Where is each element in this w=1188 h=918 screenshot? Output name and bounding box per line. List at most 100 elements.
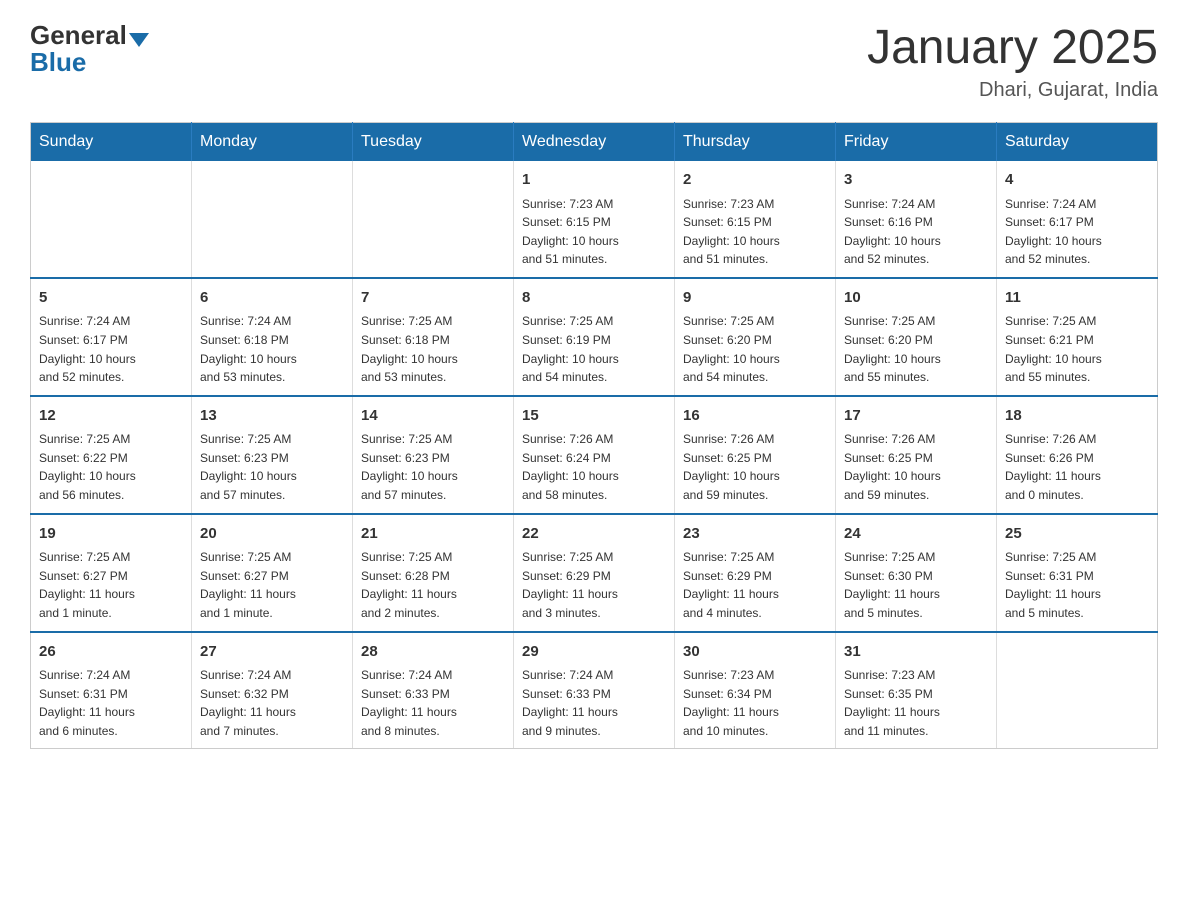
day-info: Sunrise: 7:23 AM Sunset: 6:15 PM Dayligh… [522, 195, 666, 269]
day-number: 18 [1005, 405, 1149, 428]
day-info: Sunrise: 7:23 AM Sunset: 6:35 PM Dayligh… [844, 666, 988, 740]
day-number: 24 [844, 523, 988, 546]
calendar-cell: 5Sunrise: 7:24 AM Sunset: 6:17 PM Daylig… [31, 278, 192, 396]
day-info: Sunrise: 7:25 AM Sunset: 6:20 PM Dayligh… [683, 312, 827, 386]
day-info: Sunrise: 7:25 AM Sunset: 6:23 PM Dayligh… [361, 430, 505, 504]
location: Dhari, Gujarat, India [867, 79, 1158, 102]
day-info: Sunrise: 7:25 AM Sunset: 6:23 PM Dayligh… [200, 430, 344, 504]
day-number: 8 [522, 287, 666, 310]
day-number: 15 [522, 405, 666, 428]
header-monday: Monday [192, 123, 353, 162]
day-info: Sunrise: 7:24 AM Sunset: 6:31 PM Dayligh… [39, 666, 183, 740]
calendar-table: SundayMondayTuesdayWednesdayThursdayFrid… [30, 122, 1158, 749]
day-number: 22 [522, 523, 666, 546]
calendar-cell: 19Sunrise: 7:25 AM Sunset: 6:27 PM Dayli… [31, 514, 192, 632]
day-info: Sunrise: 7:25 AM Sunset: 6:27 PM Dayligh… [39, 548, 183, 622]
day-number: 5 [39, 287, 183, 310]
day-info: Sunrise: 7:25 AM Sunset: 6:19 PM Dayligh… [522, 312, 666, 386]
day-number: 9 [683, 287, 827, 310]
day-info: Sunrise: 7:26 AM Sunset: 6:26 PM Dayligh… [1005, 430, 1149, 504]
logo: General Blue [30, 20, 149, 78]
calendar-cell: 31Sunrise: 7:23 AM Sunset: 6:35 PM Dayli… [836, 632, 997, 749]
calendar-cell: 6Sunrise: 7:24 AM Sunset: 6:18 PM Daylig… [192, 278, 353, 396]
calendar-cell: 18Sunrise: 7:26 AM Sunset: 6:26 PM Dayli… [997, 396, 1158, 514]
day-number: 2 [683, 169, 827, 192]
day-info: Sunrise: 7:25 AM Sunset: 6:29 PM Dayligh… [522, 548, 666, 622]
calendar-cell: 9Sunrise: 7:25 AM Sunset: 6:20 PM Daylig… [675, 278, 836, 396]
day-info: Sunrise: 7:24 AM Sunset: 6:18 PM Dayligh… [200, 312, 344, 386]
day-info: Sunrise: 7:24 AM Sunset: 6:17 PM Dayligh… [1005, 195, 1149, 269]
logo-arrow-icon [129, 33, 149, 47]
day-info: Sunrise: 7:25 AM Sunset: 6:31 PM Dayligh… [1005, 548, 1149, 622]
month-title: January 2025 [867, 20, 1158, 75]
calendar-cell: 1 Sunrise: 7:23 AM Sunset: 6:15 PM Daylig… [514, 161, 675, 278]
day-number: 29 [522, 641, 666, 664]
day-info: Sunrise: 7:26 AM Sunset: 6:24 PM Dayligh… [522, 430, 666, 504]
calendar-cell: 10Sunrise: 7:25 AM Sunset: 6:20 PM Dayli… [836, 278, 997, 396]
calendar-week-3: 12Sunrise: 7:25 AM Sunset: 6:22 PM Dayli… [31, 396, 1158, 514]
title-section: January 2025 Dhari, Gujarat, India [867, 20, 1158, 102]
calendar-cell: 13Sunrise: 7:25 AM Sunset: 6:23 PM Dayli… [192, 396, 353, 514]
day-number: 17 [844, 405, 988, 428]
calendar-week-1: 1 Sunrise: 7:23 AM Sunset: 6:15 PM Daylig… [31, 161, 1158, 278]
calendar-cell: 7Sunrise: 7:25 AM Sunset: 6:18 PM Daylig… [353, 278, 514, 396]
header-wednesday: Wednesday [514, 123, 675, 162]
calendar-week-4: 19Sunrise: 7:25 AM Sunset: 6:27 PM Dayli… [31, 514, 1158, 632]
calendar-cell: 30Sunrise: 7:23 AM Sunset: 6:34 PM Dayli… [675, 632, 836, 749]
day-number: 6 [200, 287, 344, 310]
day-info: Sunrise: 7:25 AM Sunset: 6:22 PM Dayligh… [39, 430, 183, 504]
day-number: 14 [361, 405, 505, 428]
header-friday: Friday [836, 123, 997, 162]
calendar-cell: 17Sunrise: 7:26 AM Sunset: 6:25 PM Dayli… [836, 396, 997, 514]
day-info: Sunrise: 7:23 AM Sunset: 6:15 PM Dayligh… [683, 195, 827, 269]
calendar-cell: 22Sunrise: 7:25 AM Sunset: 6:29 PM Dayli… [514, 514, 675, 632]
day-number: 19 [39, 523, 183, 546]
day-info: Sunrise: 7:24 AM Sunset: 6:33 PM Dayligh… [361, 666, 505, 740]
day-number: 1 [522, 169, 666, 192]
calendar-cell: 24Sunrise: 7:25 AM Sunset: 6:30 PM Dayli… [836, 514, 997, 632]
day-number: 10 [844, 287, 988, 310]
calendar-cell: 15Sunrise: 7:26 AM Sunset: 6:24 PM Dayli… [514, 396, 675, 514]
day-info: Sunrise: 7:25 AM Sunset: 6:27 PM Dayligh… [200, 548, 344, 622]
calendar-cell: 23Sunrise: 7:25 AM Sunset: 6:29 PM Dayli… [675, 514, 836, 632]
day-number: 26 [39, 641, 183, 664]
header-saturday: Saturday [997, 123, 1158, 162]
calendar-cell: 29Sunrise: 7:24 AM Sunset: 6:33 PM Dayli… [514, 632, 675, 749]
calendar-cell [192, 161, 353, 278]
day-number: 30 [683, 641, 827, 664]
day-info: Sunrise: 7:25 AM Sunset: 6:21 PM Dayligh… [1005, 312, 1149, 386]
day-info: Sunrise: 7:25 AM Sunset: 6:28 PM Dayligh… [361, 548, 505, 622]
day-number: 4 [1005, 169, 1149, 192]
day-number: 23 [683, 523, 827, 546]
calendar-header-row: SundayMondayTuesdayWednesdayThursdayFrid… [31, 123, 1158, 162]
calendar-cell [997, 632, 1158, 749]
calendar-cell: 25Sunrise: 7:25 AM Sunset: 6:31 PM Dayli… [997, 514, 1158, 632]
header-tuesday: Tuesday [353, 123, 514, 162]
day-info: Sunrise: 7:25 AM Sunset: 6:30 PM Dayligh… [844, 548, 988, 622]
calendar-cell: 28Sunrise: 7:24 AM Sunset: 6:33 PM Dayli… [353, 632, 514, 749]
day-number: 11 [1005, 287, 1149, 310]
calendar-cell: 26Sunrise: 7:24 AM Sunset: 6:31 PM Dayli… [31, 632, 192, 749]
calendar-week-2: 5Sunrise: 7:24 AM Sunset: 6:17 PM Daylig… [31, 278, 1158, 396]
calendar-cell: 21Sunrise: 7:25 AM Sunset: 6:28 PM Dayli… [353, 514, 514, 632]
day-number: 27 [200, 641, 344, 664]
day-number: 28 [361, 641, 505, 664]
day-info: Sunrise: 7:25 AM Sunset: 6:20 PM Dayligh… [844, 312, 988, 386]
calendar-cell: 2 Sunrise: 7:23 AM Sunset: 6:15 PM Daylig… [675, 161, 836, 278]
day-info: Sunrise: 7:26 AM Sunset: 6:25 PM Dayligh… [683, 430, 827, 504]
header-sunday: Sunday [31, 123, 192, 162]
day-info: Sunrise: 7:26 AM Sunset: 6:25 PM Dayligh… [844, 430, 988, 504]
day-number: 7 [361, 287, 505, 310]
calendar-cell: 20Sunrise: 7:25 AM Sunset: 6:27 PM Dayli… [192, 514, 353, 632]
day-number: 20 [200, 523, 344, 546]
day-number: 25 [1005, 523, 1149, 546]
calendar-cell: 27Sunrise: 7:24 AM Sunset: 6:32 PM Dayli… [192, 632, 353, 749]
calendar-cell: 14Sunrise: 7:25 AM Sunset: 6:23 PM Dayli… [353, 396, 514, 514]
day-number: 13 [200, 405, 344, 428]
logo-blue-text: Blue [30, 47, 86, 78]
day-info: Sunrise: 7:23 AM Sunset: 6:34 PM Dayligh… [683, 666, 827, 740]
day-number: 12 [39, 405, 183, 428]
day-info: Sunrise: 7:24 AM Sunset: 6:33 PM Dayligh… [522, 666, 666, 740]
calendar-cell: 11Sunrise: 7:25 AM Sunset: 6:21 PM Dayli… [997, 278, 1158, 396]
day-number: 3 [844, 169, 988, 192]
